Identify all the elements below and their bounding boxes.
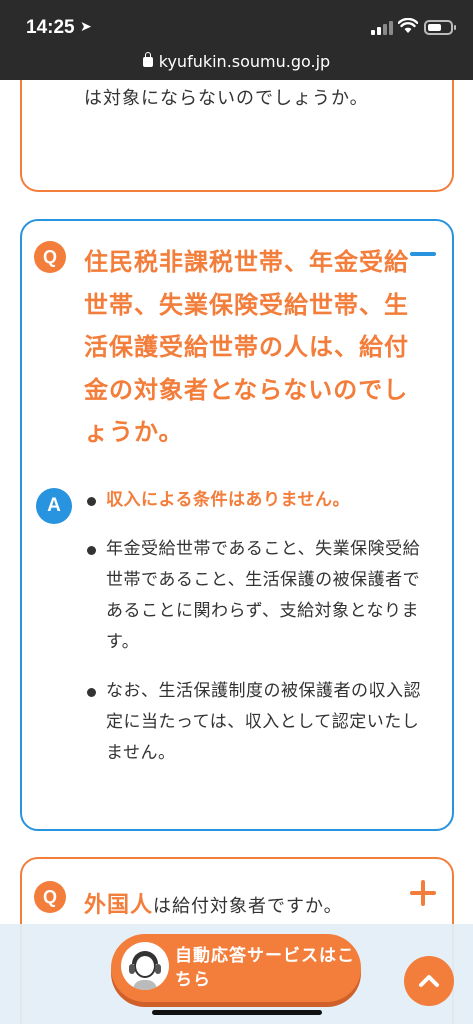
status-time: 14:25 — [26, 17, 75, 38]
bottom-floating-bar: 自動応答サービスはこちら — [0, 924, 473, 1024]
faq-item-previous: 住民基本台帳に記録されていない場合は対象にならないのでしょうか。 — [20, 80, 454, 192]
previous-answer-text: 住民基本台帳に記録されていない場合は対象にならないのでしょうか。 — [84, 88, 369, 109]
faq-content: 住民基本台帳に記録されていない場合は対象にならないのでしょうか。 Q 住民税非課… — [0, 80, 473, 1024]
operator-avatar-icon — [121, 942, 169, 990]
scroll-top-button[interactable] — [404, 956, 454, 1006]
answer-bullet: 年金受給世帯であること、失業保険受給世帯であること、生活保護の被保護者であること… — [84, 534, 432, 658]
answer-list: 収入による条件はありません。 年金受給世帯であること、失業保険受給世帯であること… — [84, 485, 432, 769]
question-highlight: 外国人 — [84, 893, 154, 918]
location-arrow-icon: ➤ — [80, 19, 92, 35]
question-title[interactable]: 外国人は給付対象者ですか。 — [84, 887, 343, 919]
question-rest: は給付対象者ですか。 — [153, 896, 343, 917]
question-badge: Q — [34, 241, 66, 273]
browser-chrome: 14:25 ➤ kyufukin.soumu.go.jp — [0, 0, 473, 80]
answer-bullet: なお、生活保護制度の被保護者の収入認定に当たっては、収入として認定いたしません。 — [84, 676, 432, 769]
cellular-signal-icon — [371, 21, 393, 35]
plus-icon[interactable] — [410, 880, 436, 906]
battery-icon — [424, 20, 456, 35]
wifi-icon — [398, 18, 418, 33]
chatbot-button[interactable]: 自動応答サービスはこちら — [111, 934, 361, 1002]
minus-icon[interactable] — [410, 252, 436, 256]
faq-item-expanded[interactable]: Q 住民税非課税世帯、年金受給世帯、失業保険受給世帯、生活保護受給世帯の人は、給… — [20, 219, 454, 831]
question-title[interactable]: 住民税非課税世帯、年金受給世帯、失業保険受給世帯、生活保護受給世帯の人は、給付金… — [84, 241, 409, 454]
chevron-up-icon — [419, 975, 439, 987]
url-text: kyufukin.soumu.go.jp — [158, 52, 331, 71]
chatbot-button-label: 自動応答サービスはこちら — [175, 946, 355, 990]
answer-bullet: 収入による条件はありません。 — [84, 485, 432, 516]
home-indicator — [152, 1010, 322, 1015]
question-badge: Q — [34, 881, 66, 913]
status-bar: 14:25 ➤ — [0, 0, 473, 52]
answer-badge: A — [36, 488, 72, 524]
lock-icon — [142, 52, 153, 67]
address-bar[interactable]: kyufukin.soumu.go.jp — [0, 52, 473, 78]
